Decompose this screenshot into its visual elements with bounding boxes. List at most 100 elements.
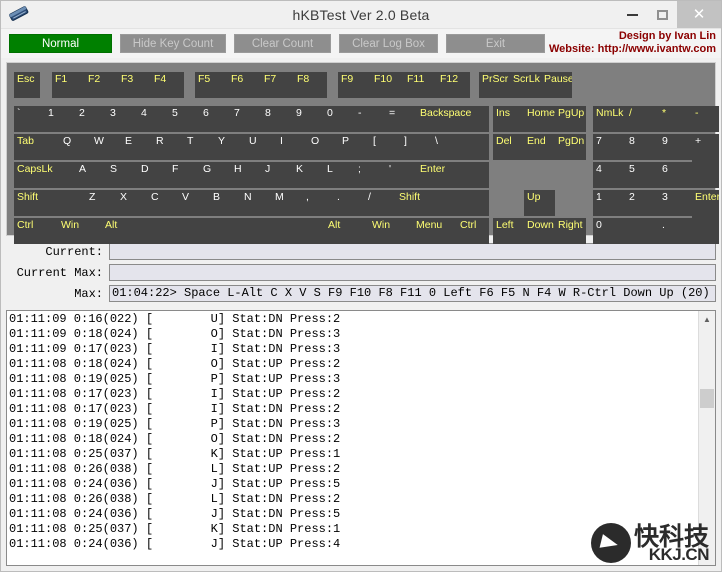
log-line: 01:11:08 0:19(025) [ P] Stat:UP Press:3 <box>9 372 341 386</box>
key-sym: ; <box>355 162 386 188</box>
key-End: End <box>524 134 555 160</box>
key-Left: Left <box>493 218 524 244</box>
log-line: 01:11:09 0:18(024) [ O] Stat:DN Press:3 <box>9 327 341 341</box>
exit-button[interactable]: Exit <box>446 34 545 53</box>
scroll-up-icon[interactable]: ▲ <box>699 311 715 327</box>
key-7: 7 <box>231 106 262 132</box>
key-Enter: Enter <box>417 162 489 188</box>
key-E: E <box>122 134 153 160</box>
stats-fields: Current: Current Max: Max: 01:04:22> Spa… <box>6 243 716 306</box>
key-Pause: Pause <box>541 72 572 98</box>
key-sym: ] <box>401 134 432 160</box>
key-K: K <box>293 162 324 188</box>
key-V: V <box>179 190 210 216</box>
key-F6: F6 <box>228 72 261 98</box>
clear-log-box-button[interactable]: Clear Log Box <box>339 34 438 53</box>
key-B: B <box>210 190 241 216</box>
clear-count-button[interactable]: Clear Count <box>234 34 331 53</box>
key-sym: / <box>626 106 659 132</box>
key-F4: F4 <box>151 72 184 98</box>
log-line: 01:11:09 0:17(023) [ I] Stat:DN Press:3 <box>9 342 341 356</box>
key-F9: F9 <box>338 72 371 98</box>
key-T: T <box>184 134 215 160</box>
key-Ctrl: Ctrl <box>457 218 489 244</box>
key-9: 9 <box>659 134 692 160</box>
credit-website[interactable]: Website: http://www.ivantw.com <box>549 43 716 56</box>
log-line: 01:11:08 0:19(025) [ P] Stat:DN Press:3 <box>9 417 341 431</box>
key-M: M <box>272 190 303 216</box>
window-title: hKBTest Ver 2.0 Beta <box>292 6 430 23</box>
log-text: 01:11:09 0:16(022) [ U] Stat:DN Press:2 0… <box>7 311 698 565</box>
key-C: C <box>148 190 179 216</box>
hide-key-count-button[interactable]: Hide Key Count <box>120 34 226 53</box>
key-Right: Right <box>555 218 586 244</box>
key-Win: Win <box>369 218 413 244</box>
key-6: 6 <box>659 162 692 188</box>
key-sym: \ <box>432 134 489 160</box>
key-sym: / <box>365 190 396 216</box>
key-space <box>146 218 325 244</box>
log-line: 01:11:08 0:24(036) [ J] Stat:DN Press:5 <box>9 507 341 521</box>
key-sym: . <box>659 218 692 244</box>
key-3: 3 <box>107 106 138 132</box>
key-2: 2 <box>626 190 659 216</box>
key-1: 1 <box>45 106 76 132</box>
key-W: W <box>91 134 122 160</box>
log-line: 01:11:08 0:17(023) [ I] Stat:UP Press:2 <box>9 387 341 401</box>
current-row: Current: <box>6 243 716 260</box>
key-Shift: Shift <box>14 190 86 216</box>
current-max-input[interactable] <box>109 264 716 281</box>
key-sym: - <box>692 106 719 132</box>
log-box[interactable]: 01:11:09 0:16(022) [ U] Stat:DN Press:2 0… <box>6 310 716 566</box>
current-input[interactable] <box>109 243 716 260</box>
key-2: 2 <box>76 106 107 132</box>
key-F12: F12 <box>437 72 470 98</box>
key-sym: ` <box>14 106 45 132</box>
key-X: X <box>117 190 148 216</box>
key-P: P <box>339 134 370 160</box>
key-A: A <box>76 162 107 188</box>
key-1: 1 <box>593 190 626 216</box>
key-Shift: Shift <box>396 190 489 216</box>
max-input[interactable]: 01:04:22> Space L-Alt C X V S F9 F10 F8 … <box>109 285 716 302</box>
key-PrScr: PrScr <box>479 72 510 98</box>
key-Ctrl: Ctrl <box>14 218 58 244</box>
log-scrollbar[interactable]: ▲ <box>698 311 715 565</box>
log-line: 01:11:08 0:25(037) [ K] Stat:DN Press:1 <box>9 522 341 536</box>
key-0: 0 <box>324 106 355 132</box>
log-line: 01:11:08 0:24(036) [ J] Stat:UP Press:4 <box>9 537 341 551</box>
current-max-row: Current Max: <box>6 264 716 281</box>
key-8: 8 <box>626 134 659 160</box>
key-Down: Down <box>524 218 555 244</box>
key-F10: F10 <box>371 72 404 98</box>
keyboard-panel: Esc F1 F2 F3 F4 F5 F6 F7 F8 F9 F10 F11 F12 PrScr ScrLk… <box>6 62 719 244</box>
key-sym: * <box>659 106 692 132</box>
key-R: R <box>153 134 184 160</box>
key-O: O <box>308 134 339 160</box>
key-F5: F5 <box>195 72 228 98</box>
current-label: Current: <box>45 244 103 259</box>
keyboard-grid: Esc F1 F2 F3 F4 F5 F6 F7 F8 F9 F10 F11 F12 PrScr ScrLk… <box>7 63 719 244</box>
max-row: Max: 01:04:22> Space L-Alt C X V S F9 F1… <box>6 285 716 302</box>
key-5: 5 <box>626 162 659 188</box>
key-sym: [ <box>370 134 401 160</box>
key-F2: F2 <box>85 72 118 98</box>
key-sym: . <box>334 190 365 216</box>
key-PgUp: PgUp <box>555 106 586 132</box>
key-F: F <box>169 162 200 188</box>
scrollbar-thumb[interactable] <box>700 389 714 408</box>
key-NmLk: NmLk <box>593 106 626 132</box>
key-7: 7 <box>593 134 626 160</box>
log-line: 01:11:09 0:16(022) [ U] Stat:DN Press:2 <box>9 312 341 326</box>
key-L: L <box>324 162 355 188</box>
key-5: 5 <box>169 106 200 132</box>
key-8: 8 <box>262 106 293 132</box>
key-Enter: Enter <box>692 190 719 244</box>
key-ScrLk: ScrLk <box>510 72 541 98</box>
key-H: H <box>231 162 262 188</box>
normal-button[interactable]: Normal <box>9 34 112 53</box>
key-F3: F3 <box>118 72 151 98</box>
key-Del: Del <box>493 134 524 160</box>
log-line: 01:11:08 0:18(024) [ O] Stat:UP Press:2 <box>9 357 341 371</box>
credit-author: Design by Ivan Lin <box>618 30 716 42</box>
